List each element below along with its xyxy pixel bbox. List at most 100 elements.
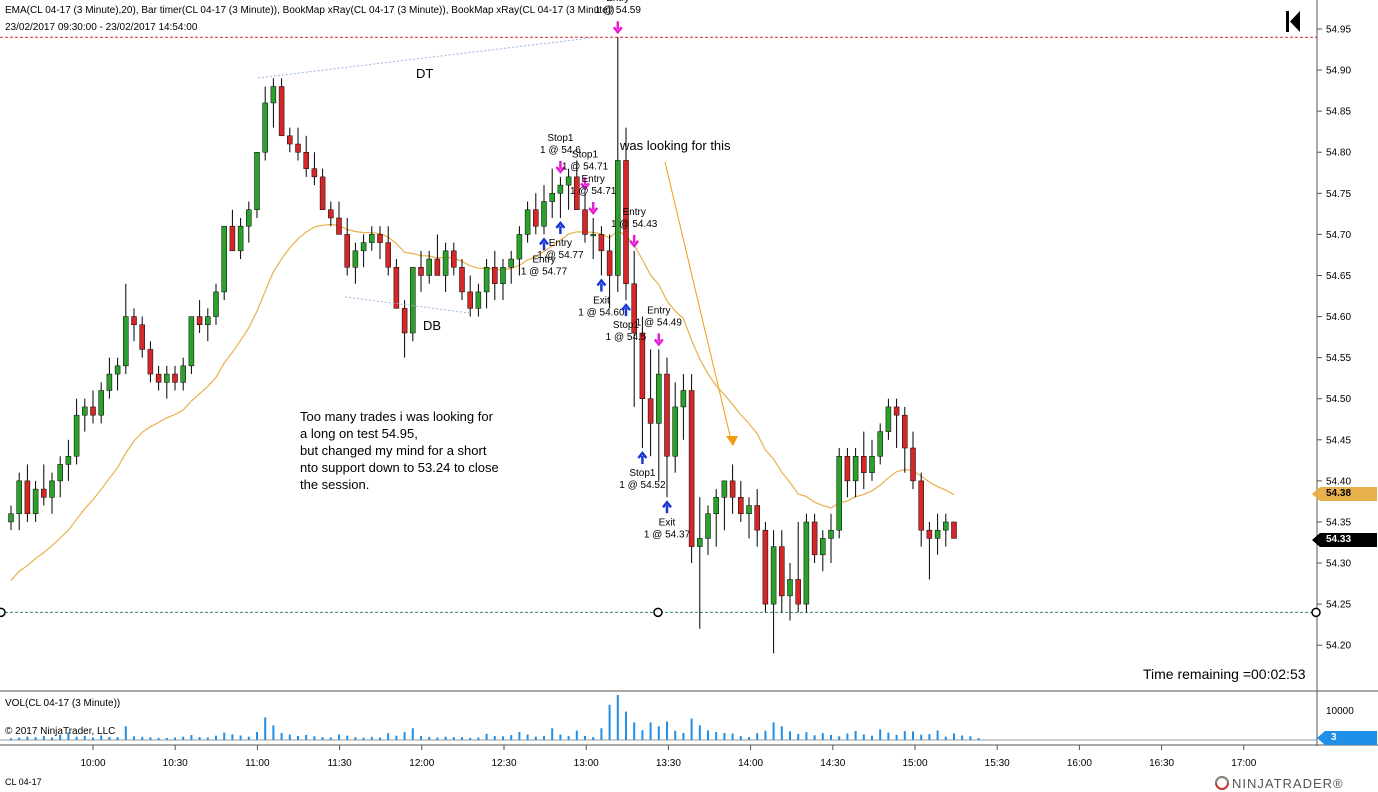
ninjatrader-logo-icon: [1215, 776, 1229, 790]
scroll-to-end-icon[interactable]: [1286, 11, 1300, 32]
volume-bar: [584, 735, 586, 740]
candle-body: [656, 373, 662, 424]
y-tick-label: 54.25: [1326, 600, 1351, 611]
x-tick-label: 17:00: [1231, 758, 1256, 769]
volume-bar: [133, 736, 135, 740]
candle-body: [254, 151, 260, 211]
volume-bar: [10, 738, 12, 740]
volume-bar: [600, 728, 603, 740]
volume-label: VOL(CL 04-17 (3 Minute)): [5, 698, 121, 709]
volume-bar: [362, 737, 365, 740]
volume-bar: [395, 735, 398, 740]
volume-bar: [682, 732, 685, 740]
volume-bar: [928, 734, 931, 740]
candle-body: [262, 102, 268, 153]
volume-bar: [797, 733, 800, 740]
volume-bar: [633, 722, 636, 740]
volume-bar: [379, 737, 381, 740]
candle-body: [795, 579, 801, 605]
volume-bar: [698, 725, 701, 740]
order-label: Exit: [593, 295, 610, 306]
volume-bar: [477, 737, 480, 740]
note-line: but changed my mind for a short: [300, 443, 487, 458]
volume-bar: [502, 736, 504, 740]
line-handle-icon: [653, 607, 663, 618]
candle-body: [188, 316, 195, 367]
order-price: 1 @ 54.77: [521, 266, 568, 277]
candle-body: [114, 365, 121, 375]
candle-body: [943, 521, 949, 531]
volume-bar: [190, 735, 193, 740]
candle-body: [295, 143, 301, 153]
volume-bar: [92, 737, 94, 740]
order-price: 1 @ 54.71: [562, 161, 609, 172]
candle-body: [541, 201, 547, 227]
order-label: Entry: [606, 0, 629, 4]
candle-body: [500, 267, 506, 284]
volume-bar: [75, 736, 78, 740]
volume-bar: [739, 736, 742, 740]
x-tick-label: 16:30: [1149, 758, 1174, 769]
candle-body: [237, 225, 244, 252]
y-tick-label: 54.65: [1326, 271, 1351, 282]
volume-bar: [469, 737, 472, 740]
order-label: Entry: [549, 238, 572, 249]
candle-body: [475, 291, 482, 309]
volume-bar: [51, 737, 53, 740]
candle-body: [672, 406, 678, 457]
x-tick-label: 12:30: [491, 758, 516, 769]
candle-body: [139, 324, 145, 350]
volume-bar: [493, 736, 496, 740]
candle-body: [598, 234, 605, 252]
y-tick-label: 54.85: [1326, 107, 1351, 118]
order-label: Entry: [647, 305, 670, 316]
volume-bar: [756, 733, 759, 740]
order-price: 1 @ 54.37: [644, 529, 691, 540]
candle-body: [360, 242, 367, 252]
volume-bar: [428, 736, 431, 740]
double-bottom-line: [344, 296, 471, 314]
y-tick-label: 54.90: [1326, 66, 1351, 77]
candle-body: [32, 488, 39, 514]
volume-bar: [141, 736, 144, 740]
x-tick-label: 12:00: [409, 758, 434, 769]
candle-body: [344, 234, 350, 268]
candle-body: [590, 234, 596, 237]
y-tick-label: 54.45: [1326, 435, 1351, 446]
volume-bar: [354, 737, 357, 740]
candle-body: [418, 267, 424, 276]
volume-bar: [813, 735, 816, 740]
candle-body: [492, 267, 498, 284]
annotation-dt: DT: [416, 66, 434, 81]
volume-bar: [912, 731, 914, 740]
candle-body: [180, 365, 186, 383]
candle-body: [844, 455, 851, 482]
candle-body: [24, 480, 31, 514]
candle-body: [123, 316, 129, 367]
volume-bar: [370, 736, 373, 740]
candle-body: [369, 234, 375, 243]
candle-body: [754, 505, 760, 531]
volume-bar: [559, 734, 562, 740]
order-price: 1 @ 54.49: [636, 317, 683, 328]
volume-bar: [862, 734, 865, 740]
y-tick-label: 54.75: [1326, 189, 1351, 200]
candle-body: [196, 316, 203, 326]
candle-body: [410, 267, 416, 334]
y-tick-label: 54.70: [1326, 230, 1351, 241]
volume-bar: [543, 735, 545, 740]
volume-bar: [953, 733, 955, 740]
candle-body: [401, 308, 408, 334]
volume-bar: [854, 731, 857, 740]
candle-body: [164, 373, 170, 383]
volume-bar: [936, 730, 939, 740]
order-label: Entry: [582, 174, 605, 185]
volume-bar: [690, 718, 693, 740]
volume-bar: [748, 737, 750, 740]
volume-bar: [838, 736, 841, 740]
volume-bar: [764, 730, 767, 740]
candle-body: [385, 242, 391, 268]
annotation-note: Too many trades i was looking for a long…: [300, 408, 499, 493]
volume-bar: [452, 737, 455, 740]
candle-body: [647, 398, 654, 424]
